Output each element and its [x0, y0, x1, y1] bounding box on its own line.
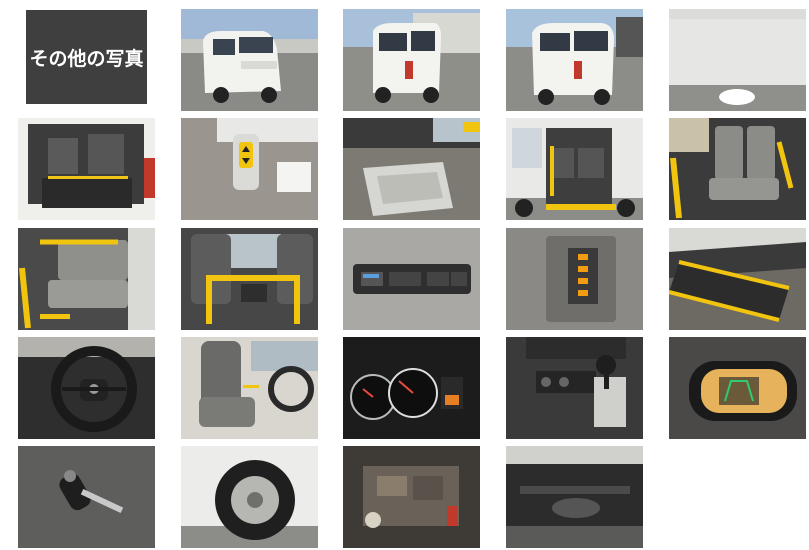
photo-front-seat-handrail[interactable]	[181, 228, 318, 330]
rear-seats-photo	[669, 118, 806, 220]
front-seat-photo	[181, 228, 318, 330]
shifter-photo	[506, 337, 643, 439]
photo-van-rear-left-exterior[interactable]	[343, 9, 480, 111]
photo-van-rear-right-exterior[interactable]	[506, 9, 643, 111]
gallery-title: その他の写真	[29, 47, 144, 70]
folding-seat-photo	[18, 228, 155, 330]
photo-folding-seat-handrail[interactable]	[18, 228, 155, 330]
rear-cargo-photo	[18, 118, 155, 220]
photo-center-console-shifter[interactable]	[506, 337, 643, 439]
photo-lift-remote-controller[interactable]	[181, 118, 318, 220]
tire-photo	[181, 446, 318, 548]
photo-rear-wheelchair-lift[interactable]	[343, 118, 480, 220]
photo-front-tire-wheel[interactable]	[181, 446, 318, 548]
driver-seat-photo	[181, 337, 318, 439]
photo-interior-light-switch[interactable]	[506, 228, 643, 330]
steering-wheel-photo	[18, 337, 155, 439]
photo-engine-bay[interactable]	[343, 446, 480, 548]
undercarriage-photo	[506, 446, 643, 548]
photo-van-front-exterior[interactable]	[181, 9, 318, 111]
car-key-photo	[18, 446, 155, 548]
instrument-cluster-photo	[343, 337, 480, 439]
engine-photo	[343, 446, 480, 548]
remote-photo	[181, 118, 318, 220]
photo-undercarriage[interactable]	[506, 446, 643, 548]
gallery-title-tile: その他の写真	[26, 10, 147, 104]
photo-overhead-control-switches[interactable]	[343, 228, 480, 330]
photo-driver-seat[interactable]	[181, 337, 318, 439]
photo-gallery: その他の写真	[0, 0, 809, 550]
photo-rearview-mirror-camera[interactable]	[669, 337, 806, 439]
overhead-switches-photo	[343, 228, 480, 330]
side-door-photo	[506, 118, 643, 220]
side-step-photo	[669, 228, 806, 330]
photo-side-door-seats[interactable]	[506, 118, 643, 220]
wheelchair-lift-photo	[343, 118, 480, 220]
van-rear-left-photo	[343, 9, 480, 111]
photo-side-step-yellow-edge[interactable]	[669, 228, 806, 330]
photo-car-key[interactable]	[18, 446, 155, 548]
photo-ceiling-interior[interactable]	[669, 9, 806, 111]
photo-rear-cargo-lift-interior[interactable]	[18, 118, 155, 220]
mirror-camera-photo	[669, 337, 806, 439]
van-front-photo	[181, 9, 318, 111]
van-rear-right-photo	[506, 9, 643, 111]
light-switch-photo	[506, 228, 643, 330]
photo-steering-wheel[interactable]	[18, 337, 155, 439]
photo-rear-seats-yellow-handrails[interactable]	[669, 118, 806, 220]
ceiling-photo	[669, 9, 806, 111]
photo-instrument-cluster[interactable]	[343, 337, 480, 439]
